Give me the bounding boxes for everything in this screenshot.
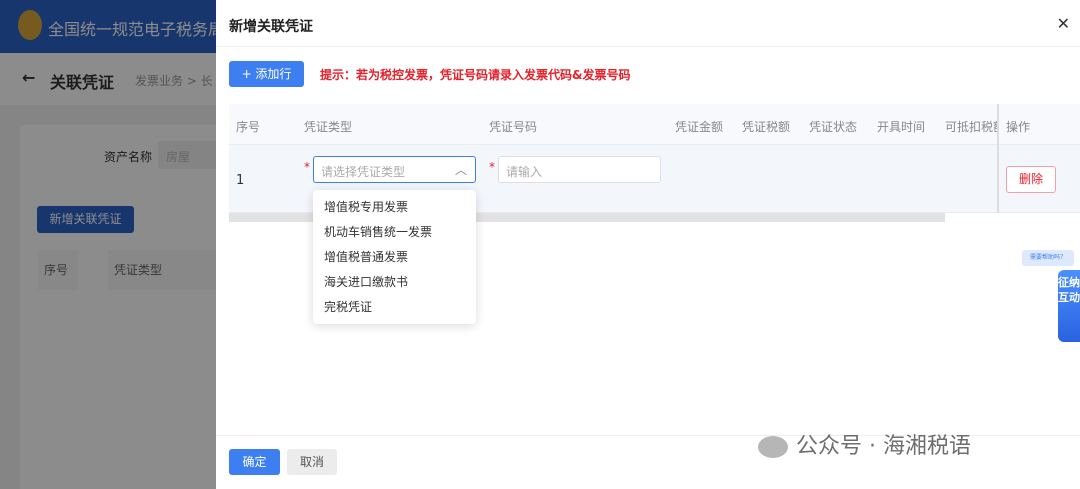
- dropdown-option[interactable]: 完税凭证: [313, 295, 476, 320]
- help-bubble[interactable]: 需要帮助吗？: [1022, 250, 1074, 266]
- add-row-button[interactable]: + 添加行: [229, 61, 304, 87]
- fixed-column-divider: [997, 104, 999, 213]
- col-index: 序号: [236, 120, 261, 134]
- help-tab[interactable]: 征纳互动: [1058, 270, 1080, 342]
- divider: [216, 46, 1080, 47]
- dropdown-option[interactable]: 机动车销售统一发票: [313, 220, 476, 245]
- modal-overlay[interactable]: [0, 0, 216, 489]
- col-date: 开具时间: [877, 120, 926, 134]
- required-mark: *: [489, 160, 495, 174]
- watermark: 公众号 · 海湘税语: [758, 428, 971, 460]
- tip-text: 提示：若为税控发票，凭证号码请录入发票代码&发票号码: [320, 68, 631, 82]
- dropdown-option[interactable]: 海关进口缴款书: [313, 270, 476, 295]
- select-placeholder: 请选择凭证类型: [321, 165, 406, 179]
- wechat-icon: [758, 436, 788, 458]
- cancel-button[interactable]: 取消: [287, 449, 337, 475]
- row-index: 1: [236, 173, 245, 188]
- col-deductible: 可抵扣税额: [945, 120, 997, 134]
- add-voucher-dialog: 新增关联凭证 ✕ + 添加行 提示：若为税控发票，凭证号码请录入发票代码&发票号…: [216, 0, 1080, 489]
- dialog-title: 新增关联凭证: [229, 19, 313, 35]
- voucher-number-input[interactable]: 请输入: [498, 156, 661, 183]
- col-number: 凭证号码: [489, 120, 538, 134]
- dropdown-option[interactable]: 增值税专用发票: [313, 195, 476, 220]
- col-type: 凭证类型: [304, 120, 353, 134]
- col-action: 操作: [1006, 120, 1031, 134]
- watermark-text: 公众号 · 海湘税语: [796, 434, 971, 459]
- col-tax: 凭证税额: [742, 120, 791, 134]
- delete-button[interactable]: 删除: [1006, 166, 1056, 193]
- close-icon[interactable]: ✕: [1057, 14, 1070, 33]
- col-amount: 凭证金额: [675, 120, 724, 134]
- voucher-type-dropdown: 增值税专用发票 机动车销售统一发票 增值税普通发票 海关进口缴款书 完税凭证: [313, 190, 476, 324]
- chevron-up-icon: ︿: [454, 163, 467, 177]
- required-mark: *: [304, 160, 310, 174]
- confirm-button[interactable]: 确定: [229, 449, 280, 475]
- table-header: 序号 凭证类型 凭证号码 凭证金额 凭证税额 凭证状态 开具时间 可抵扣税额 操…: [229, 104, 1080, 145]
- dropdown-option[interactable]: 增值税普通发票: [313, 245, 476, 270]
- col-status: 凭证状态: [809, 120, 858, 134]
- voucher-type-select[interactable]: 请选择凭证类型 ︿: [313, 156, 476, 183]
